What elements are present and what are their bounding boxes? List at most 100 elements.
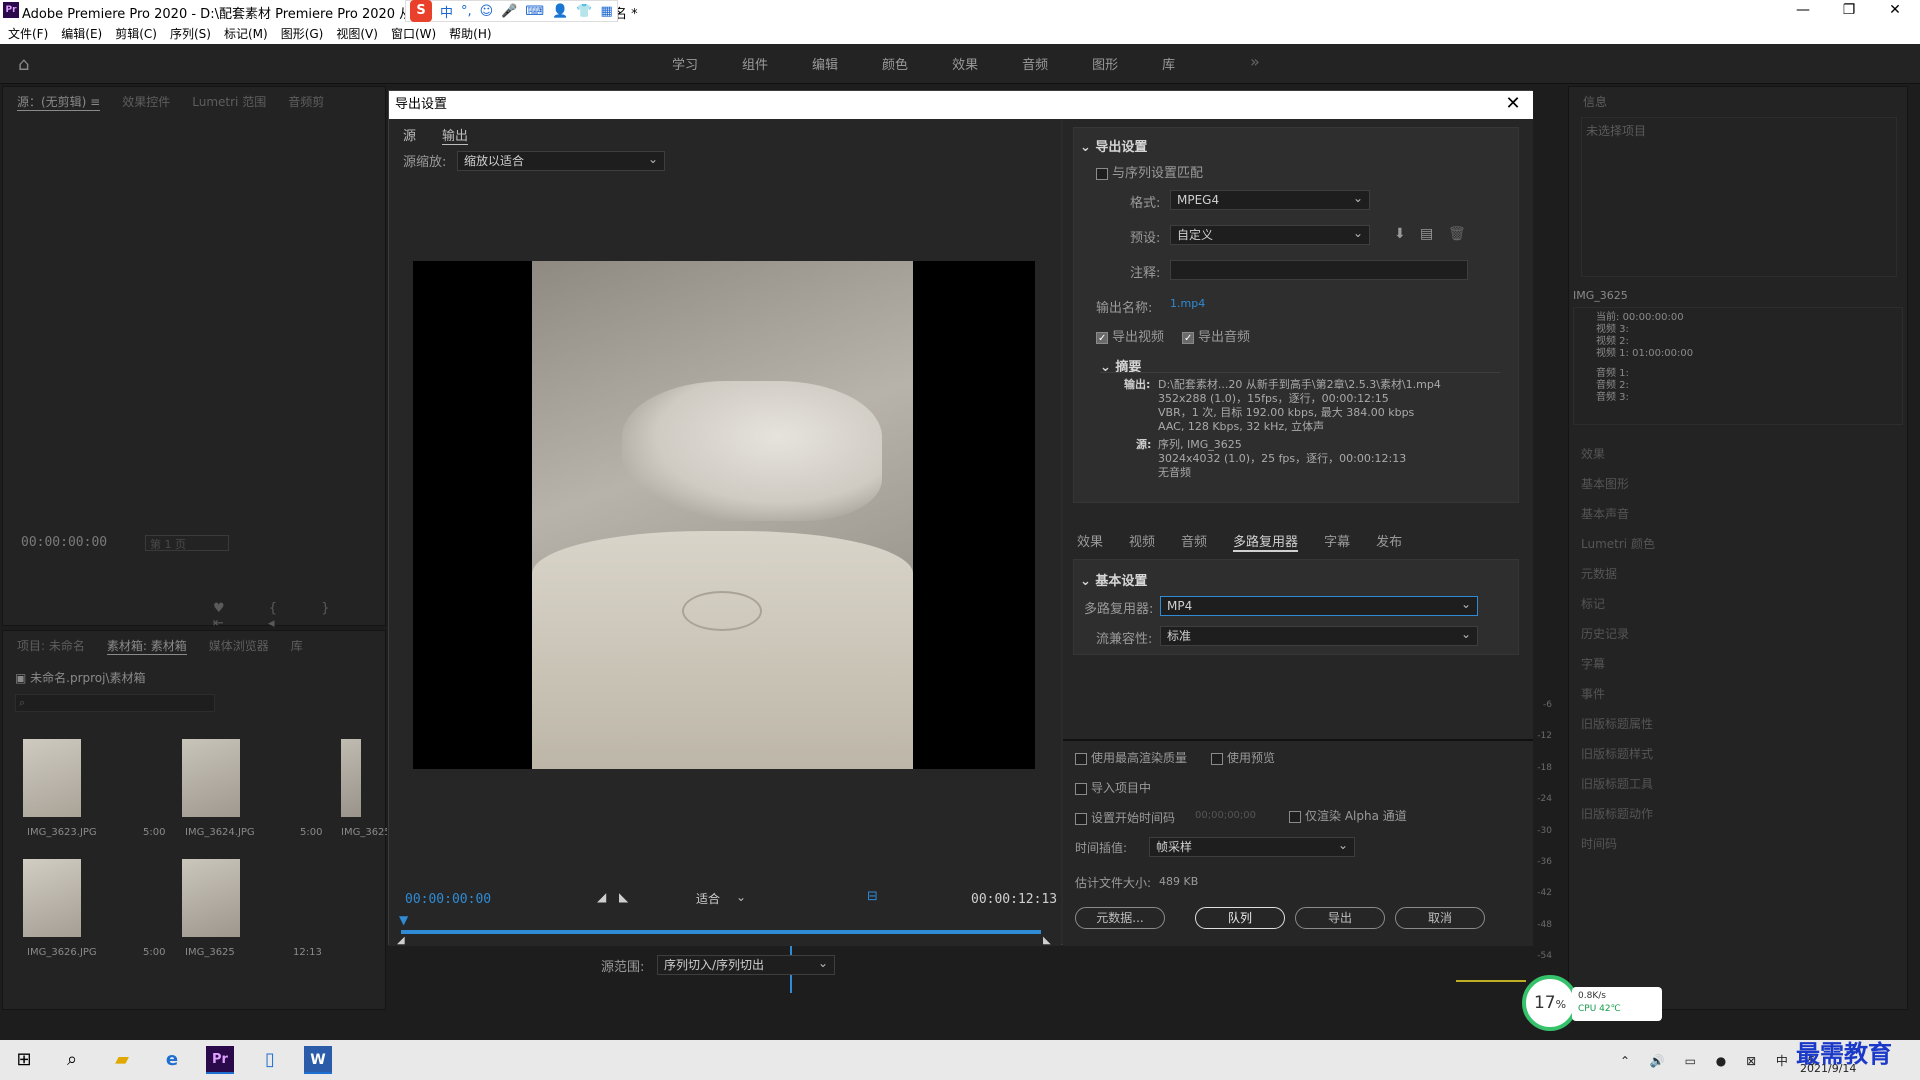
tab-audio-clip-mixer[interactable]: 音频剪 <box>288 93 324 111</box>
ime-toolbox-icon[interactable]: ▦ <box>601 4 613 19</box>
comment-input[interactable] <box>1170 260 1468 280</box>
ime-user-icon[interactable]: 👤 <box>552 4 568 19</box>
minimize-button[interactable]: — <box>1780 0 1826 22</box>
time-interp-dropdown[interactable]: 帧采样 <box>1149 837 1355 857</box>
menu-view[interactable]: 视图(V) <box>336 25 378 42</box>
panel-metadata[interactable]: 元数据 <box>1581 559 1655 589</box>
panel-legacy-title-tools[interactable]: 旧版标题工具 <box>1581 769 1655 799</box>
cancel-button[interactable]: 取消 <box>1395 907 1485 929</box>
workspace-tab-learn[interactable]: 学习 <box>672 54 698 73</box>
menu-edit[interactable]: 编辑(E) <box>61 25 102 42</box>
out-point-handle-icon[interactable]: ◣ <box>1043 935 1051 946</box>
source-timecode[interactable]: 00:00:00:00 <box>21 535 107 550</box>
close-icon[interactable]: ✕ <box>1501 93 1525 117</box>
home-icon[interactable]: ⌂ <box>18 54 38 75</box>
tab-output-view[interactable]: 输出 <box>442 125 469 145</box>
tab-captions[interactable]: 字幕 <box>1324 531 1350 552</box>
panel-captions[interactable]: 字幕 <box>1581 649 1655 679</box>
thumb-img-3623[interactable] <box>23 739 81 817</box>
export-video-checkbox[interactable]: 导出视频 <box>1096 326 1164 345</box>
metadata-button[interactable]: 元数据... <box>1075 907 1165 929</box>
menu-markers[interactable]: 标记(M) <box>224 25 268 42</box>
panel-timecode[interactable]: 时间码 <box>1581 829 1655 859</box>
close-window-button[interactable]: ✕ <box>1872 0 1918 22</box>
thumb-img-3624[interactable] <box>182 739 240 817</box>
tab-effect-controls[interactable]: 效果控件 <box>122 93 170 111</box>
menu-window[interactable]: 窗口(W) <box>391 25 436 42</box>
file-explorer-icon[interactable]: ▰ <box>108 1046 136 1074</box>
panel-legacy-title-props[interactable]: 旧版标题属性 <box>1581 709 1655 739</box>
export-audio-checkbox[interactable]: 导出音频 <box>1182 326 1250 345</box>
panel-events[interactable]: 事件 <box>1581 679 1655 709</box>
sogou-icon[interactable]: S <box>410 0 432 22</box>
system-monitor-widget[interactable]: 17% 0.8K/s CPU 42℃ <box>1522 975 1667 1031</box>
panel-markers[interactable]: 标记 <box>1581 589 1655 619</box>
workspace-tab-color[interactable]: 颜色 <box>882 54 908 73</box>
ime-voice-icon[interactable]: 🎤 <box>501 4 517 19</box>
workspace-more-icon[interactable]: » <box>1250 52 1260 71</box>
workspace-tab-editing[interactable]: 编辑 <box>812 54 838 73</box>
alpha-only-checkbox[interactable]: 仅渲染 Alpha 通道 <box>1289 807 1407 824</box>
queue-button[interactable]: 队列 <box>1195 907 1285 929</box>
panel-essential-graphics[interactable]: 基本图形 <box>1581 469 1655 499</box>
panel-history[interactable]: 历史记录 <box>1581 619 1655 649</box>
export-settings-heading[interactable]: ⌄ 导出设置 <box>1080 136 1147 155</box>
thumb-img-3625[interactable] <box>341 739 361 817</box>
ime-skin-icon[interactable]: 👕 <box>576 4 592 19</box>
menu-sequence[interactable]: 序列(S) <box>170 25 211 42</box>
preset-dropdown[interactable]: 自定义 <box>1170 225 1370 245</box>
tab-source[interactable]: 源：(无剪辑) ≡ <box>17 93 101 111</box>
tab-project[interactable]: 项目: 未命名 <box>17 637 85 655</box>
tab-video[interactable]: 视频 <box>1129 531 1155 552</box>
match-sequence-checkbox[interactable]: 与序列设置匹配 <box>1096 162 1203 181</box>
search-icon[interactable]: ⌕ <box>58 1046 86 1074</box>
tab-bin[interactable]: 素材箱: 素材箱 <box>106 637 187 655</box>
tab-publish[interactable]: 发布 <box>1376 531 1402 552</box>
tab-multiplexer[interactable]: 多路复用器 <box>1233 531 1299 552</box>
import-project-checkbox[interactable]: 导入项目中 <box>1075 779 1151 796</box>
set-start-tc-checkbox[interactable]: 设置开始时间码 <box>1075 809 1175 826</box>
basic-settings-heading[interactable]: ⌄ 基本设置 <box>1080 570 1147 589</box>
ime-toolbar[interactable]: S 中 °, ☺ 🎤 ⌨ 👤 👕 ▦ <box>405 0 618 22</box>
windows-start-icon[interactable]: ⊞ <box>10 1046 38 1074</box>
max-quality-checkbox[interactable]: 使用最高渲染质量 <box>1075 749 1187 766</box>
page-select[interactable]: 第 1 页 <box>145 535 229 551</box>
in-point-handle-icon[interactable]: ◢ <box>397 935 405 946</box>
ime-punct-icon[interactable]: °, <box>461 4 472 19</box>
workspace-tab-assembly[interactable]: 组件 <box>742 54 768 73</box>
source-transport-icons[interactable]: ♥ { } ⇤ ◂ <box>213 601 385 631</box>
save-preset-icon[interactable]: ⬇ <box>1394 226 1406 242</box>
tab-lumetri-scopes[interactable]: Lumetri 范围 <box>192 93 266 111</box>
workspace-tab-graphics[interactable]: 图形 <box>1092 54 1118 73</box>
menu-clip[interactable]: 剪辑(C) <box>115 25 157 42</box>
fit-dropdown[interactable]: 适合 <box>689 889 753 909</box>
timecode-current[interactable]: 00:00:00:00 <box>405 892 491 907</box>
ime-chinese-icon[interactable]: 中 <box>440 2 453 21</box>
output-name-link[interactable]: 1.mp4 <box>1170 297 1205 310</box>
delete-preset-icon[interactable]: 🗑 <box>1448 226 1466 242</box>
stream-compat-dropdown[interactable]: 标准 <box>1160 626 1478 646</box>
project-search-input[interactable]: ⌕ <box>15 694 215 712</box>
mark-in-icon[interactable]: ◢ <box>597 890 606 904</box>
export-scrub-bar[interactable] <box>401 930 1041 934</box>
menu-file[interactable]: 文件(F) <box>8 25 48 42</box>
panel-legacy-title-actions[interactable]: 旧版标题动作 <box>1581 799 1655 829</box>
panel-lumetri-color[interactable]: Lumetri 颜色 <box>1581 529 1655 559</box>
use-preview-checkbox[interactable]: 使用预览 <box>1211 749 1275 766</box>
aspect-correction-icon[interactable]: ⊟ <box>867 889 885 907</box>
tab-audio[interactable]: 音频 <box>1181 531 1207 552</box>
tab-libraries[interactable]: 库 <box>291 637 303 655</box>
playhead-handle-icon[interactable]: ▼ <box>399 913 408 927</box>
thumb-sequence-3625[interactable] <box>182 859 240 937</box>
workspace-tab-audio[interactable]: 音频 <box>1022 54 1048 73</box>
premiere-taskbar-icon[interactable]: Pr <box>206 1046 234 1074</box>
ime-keyboard-icon[interactable]: ⌨ <box>525 4 544 19</box>
panel-legacy-title-styles[interactable]: 旧版标题样式 <box>1581 739 1655 769</box>
system-tray-icons[interactable]: ⌃ 🔊 ▭ ● ⊠ 中 S <box>1620 1052 1823 1069</box>
mark-out-icon[interactable]: ◣ <box>619 890 628 904</box>
source-range-dropdown[interactable]: 序列切入/序列切出 <box>657 955 835 975</box>
export-button[interactable]: 导出 <box>1295 907 1385 929</box>
tab-source-view[interactable]: 源 <box>403 125 416 145</box>
menu-graphics[interactable]: 图形(G) <box>281 25 324 42</box>
app-taskbar-icon[interactable]: ▯ <box>256 1046 284 1074</box>
